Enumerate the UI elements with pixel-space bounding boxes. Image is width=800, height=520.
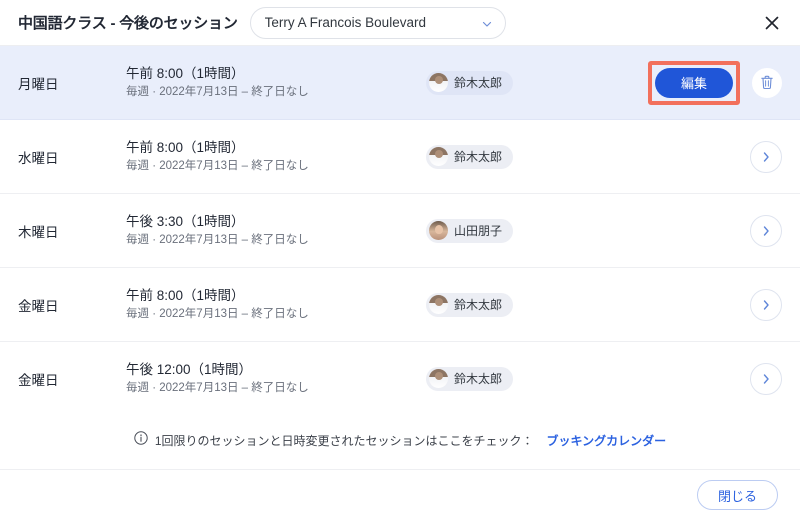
session-list: 月曜日 午前 8:00（1時間） 毎週 · 2022年7月13日 – 終了日なし…: [0, 46, 800, 412]
session-time-cell: 午前 8:00（1時間） 毎週 · 2022年7月13日 – 終了日なし: [126, 64, 426, 101]
table-row[interactable]: 木曜日 午後 3:30（1時間） 毎週 · 2022年7月13日 – 終了日なし…: [0, 194, 800, 268]
staff-name: 鈴木太郎: [454, 298, 503, 312]
info-note-text: 1回限りのセッションと日時変更されたセッションはここをチェック：: [154, 434, 534, 448]
session-staff-cell: 鈴木太郎: [426, 144, 632, 169]
avatar: [429, 73, 448, 92]
staff-chip[interactable]: 鈴木太郎: [426, 366, 514, 391]
close-button[interactable]: 閉じる: [696, 480, 778, 510]
edit-button-highlight-box: 編集: [648, 60, 740, 105]
staff-name: 鈴木太郎: [454, 372, 503, 386]
table-row[interactable]: 水曜日 午前 8:00（1時間） 毎週 · 2022年7月13日 – 終了日なし…: [0, 120, 800, 194]
session-time: 午前 8:00（1時間）: [126, 66, 245, 81]
close-icon[interactable]: [758, 9, 786, 37]
avatar: [429, 147, 448, 166]
staff-name: 鈴木太郎: [454, 150, 503, 164]
session-time-cell: 午前 8:00（1時間） 毎週 · 2022年7月13日 – 終了日なし: [126, 138, 426, 175]
avatar: [429, 369, 448, 388]
staff-chip[interactable]: 鈴木太郎: [426, 70, 514, 95]
session-day: 水曜日: [18, 150, 59, 166]
location-select-value: Terry A Francois Boulevard: [264, 15, 426, 30]
session-time: 午後 12:00（1時間）: [126, 362, 253, 377]
session-time-cell: 午後 3:30（1時間） 毎週 · 2022年7月13日 – 終了日なし: [126, 212, 426, 249]
session-actions: [632, 362, 782, 395]
session-day: 木曜日: [18, 224, 59, 240]
session-actions: [632, 288, 782, 321]
session-day: 金曜日: [18, 298, 59, 314]
edit-button[interactable]: 編集: [655, 67, 733, 98]
session-actions: [632, 140, 782, 173]
dialog-header: 中国語クラス - 今後のセッション Terry A Francois Boule…: [0, 0, 800, 46]
session-recurrence: 毎週 · 2022年7月13日 – 終了日なし: [126, 160, 309, 172]
table-row[interactable]: 月曜日 午前 8:00（1時間） 毎週 · 2022年7月13日 – 終了日なし…: [0, 46, 800, 120]
session-recurrence: 毎週 · 2022年7月13日 – 終了日なし: [126, 308, 309, 320]
page-title: 中国語クラス - 今後のセッション: [18, 15, 238, 32]
session-day: 金曜日: [18, 372, 59, 388]
session-time: 午前 8:00（1時間）: [126, 288, 245, 303]
staff-chip[interactable]: 山田朋子: [426, 218, 514, 243]
info-note: 1回限りのセッションと日時変更されたセッションはここをチェック： ブッキングカレ…: [0, 412, 800, 470]
session-recurrence: 毎週 · 2022年7月13日 – 終了日なし: [126, 86, 309, 98]
session-day: 月曜日: [18, 76, 59, 92]
session-recurrence: 毎週 · 2022年7月13日 – 終了日なし: [126, 234, 309, 246]
booking-calendar-link[interactable]: ブッキングカレンダー: [547, 432, 667, 449]
session-actions: [632, 214, 782, 247]
info-icon: [134, 431, 148, 450]
session-staff-cell: 鈴木太郎: [426, 366, 632, 391]
session-staff-cell: 山田朋子: [426, 218, 632, 243]
staff-chip[interactable]: 鈴木太郎: [426, 144, 514, 169]
session-time: 午前 8:00（1時間）: [126, 140, 245, 155]
table-row[interactable]: 金曜日 午前 8:00（1時間） 毎週 · 2022年7月13日 – 終了日なし…: [0, 268, 800, 342]
trash-icon[interactable]: [752, 67, 782, 98]
avatar: [429, 221, 448, 240]
staff-chip[interactable]: 鈴木太郎: [426, 292, 514, 317]
session-staff-cell: 鈴木太郎: [426, 70, 632, 95]
session-time-cell: 午前 8:00（1時間） 毎週 · 2022年7月13日 – 終了日なし: [126, 286, 426, 323]
session-time-cell: 午後 12:00（1時間） 毎週 · 2022年7月13日 – 終了日なし: [126, 360, 426, 397]
dialog-footer: 閉じる: [0, 470, 800, 520]
chevron-down-icon: [481, 17, 493, 29]
upcoming-sessions-dialog: 中国語クラス - 今後のセッション Terry A Francois Boule…: [0, 0, 800, 520]
session-time: 午後 3:30（1時間）: [126, 214, 245, 229]
chevron-right-icon[interactable]: [750, 288, 782, 321]
session-recurrence: 毎週 · 2022年7月13日 – 終了日なし: [126, 382, 309, 394]
table-row[interactable]: 金曜日 午後 12:00（1時間） 毎週 · 2022年7月13日 – 終了日な…: [0, 342, 800, 412]
location-select[interactable]: Terry A Francois Boulevard: [249, 6, 506, 39]
avatar: [429, 295, 448, 314]
chevron-right-icon[interactable]: [750, 362, 782, 395]
chevron-right-icon[interactable]: [750, 214, 782, 247]
session-actions: 編集: [632, 60, 782, 105]
staff-name: 山田朋子: [454, 224, 503, 238]
chevron-right-icon[interactable]: [750, 140, 782, 173]
staff-name: 鈴木太郎: [454, 76, 503, 90]
session-staff-cell: 鈴木太郎: [426, 292, 632, 317]
